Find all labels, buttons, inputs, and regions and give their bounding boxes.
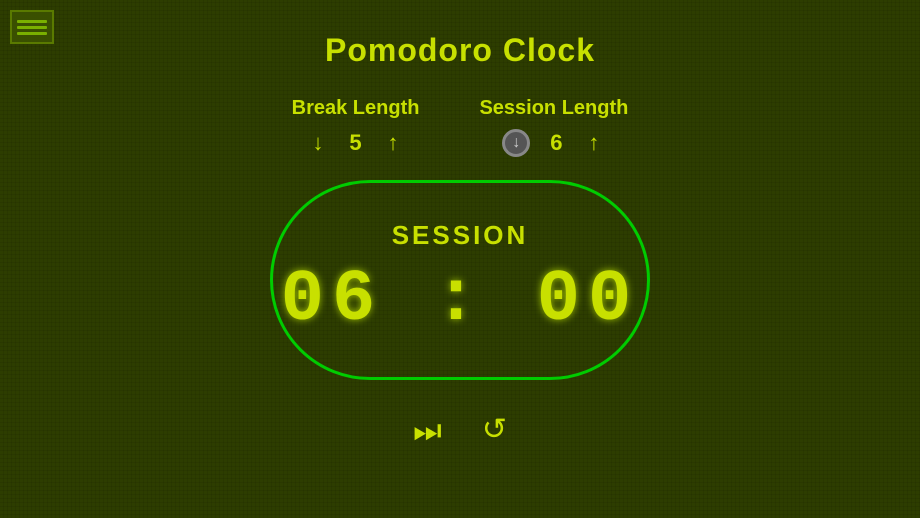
session-increment-button[interactable]: ↑ (582, 128, 605, 158)
logo-box (10, 10, 54, 44)
logo-line-3 (17, 32, 47, 35)
timer-display: 06 : 00 (281, 259, 639, 341)
logo-line-1 (17, 20, 47, 23)
session-decrement-button[interactable] (502, 129, 530, 157)
break-control-group: Break Length ↓ 5 ↑ (292, 97, 420, 158)
page-title: Pomodoro Clock (325, 32, 595, 69)
session-control-group: Session Length 6 ↑ (479, 97, 628, 158)
break-decrement-button[interactable]: ↓ (307, 128, 330, 158)
session-length-label: Session Length (479, 97, 628, 120)
break-buttons: ↓ 5 ↑ (307, 128, 405, 158)
reset-button[interactable]: ↺ (474, 411, 515, 449)
session-buttons: 6 ↑ (502, 128, 605, 158)
break-increment-button[interactable]: ↑ (382, 128, 405, 158)
timer-mode-label: SESSION (392, 220, 529, 251)
break-length-label: Break Length (292, 97, 420, 120)
logo-line-2 (17, 26, 47, 29)
controls-row: Break Length ↓ 5 ↑ Session Length 6 ↑ (292, 97, 629, 158)
break-value: 5 (344, 130, 368, 156)
play-pause-button[interactable]: ⏭ (405, 410, 450, 450)
bottom-controls: ⏭ ↺ (405, 410, 515, 450)
timer-container: SESSION 06 : 00 (270, 180, 650, 380)
session-value: 6 (544, 130, 568, 156)
